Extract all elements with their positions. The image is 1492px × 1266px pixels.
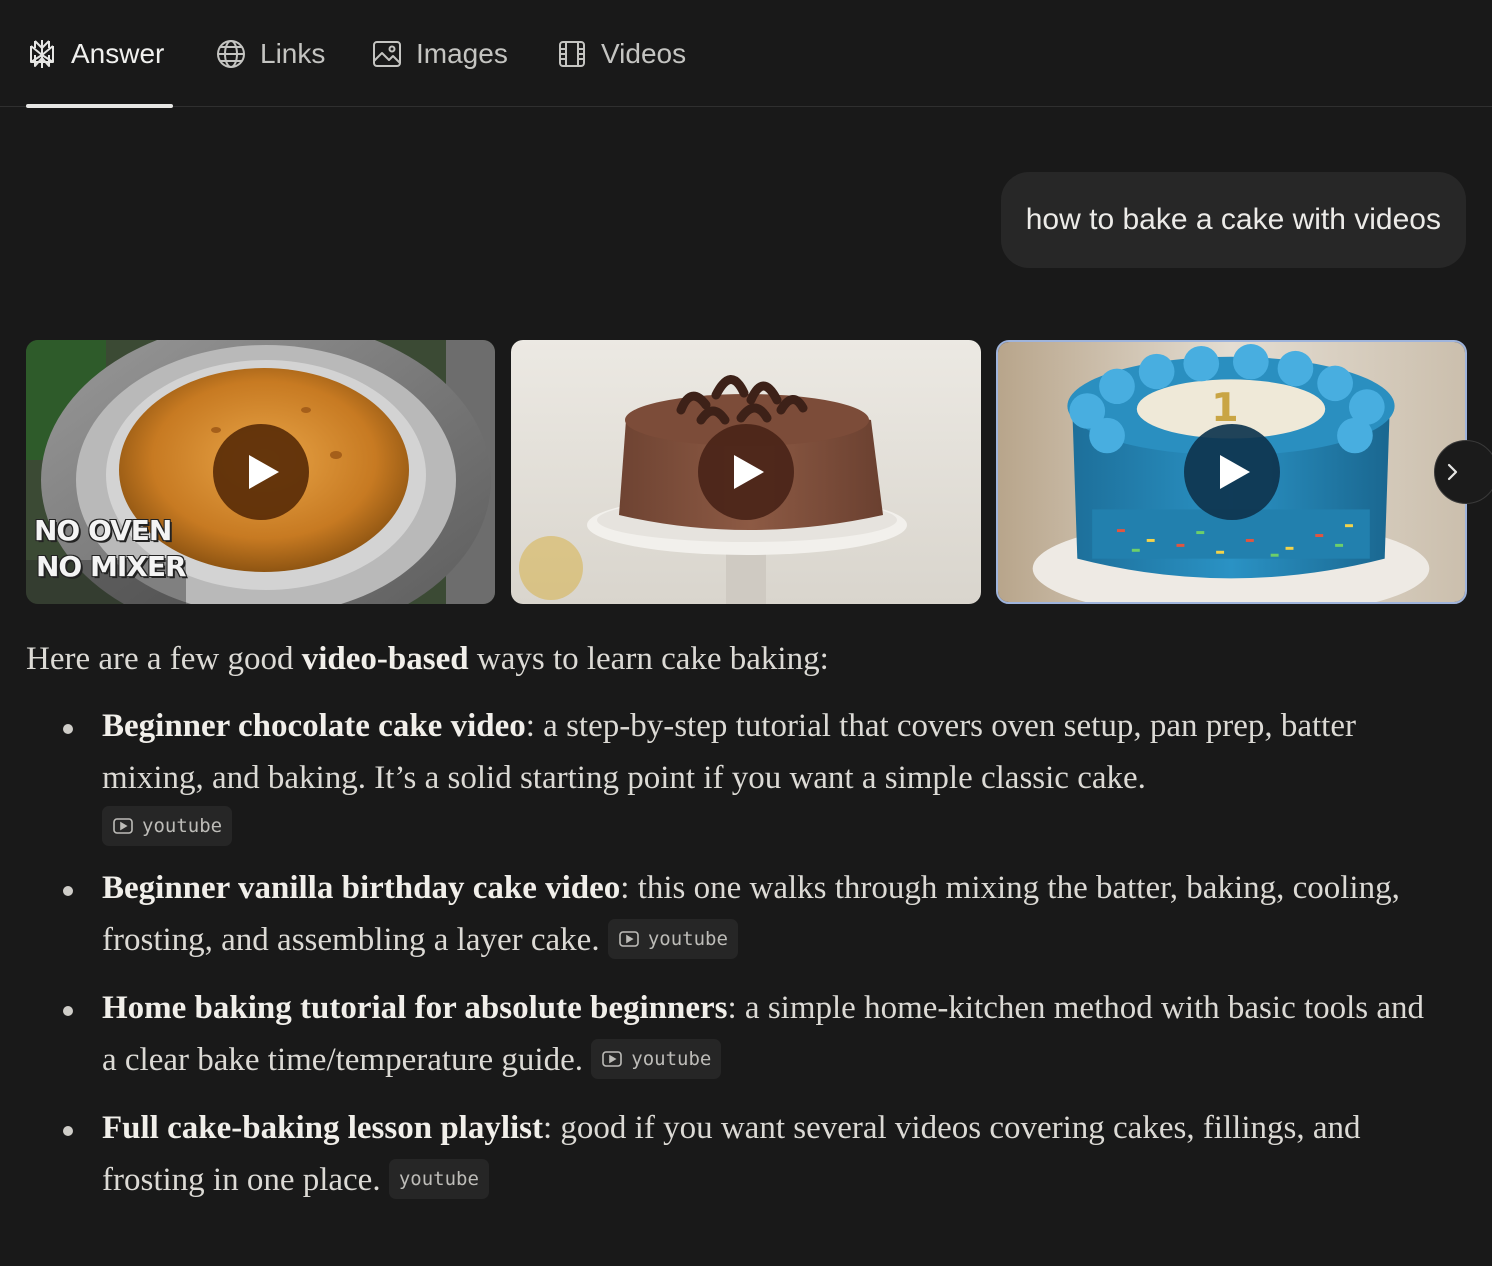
- chevron-right-icon: [1447, 463, 1458, 481]
- tab-answer[interactable]: Answer: [26, 0, 173, 108]
- source-label: youtube: [142, 815, 223, 837]
- list-item: Home baking tutorial for absolute beginn…: [26, 982, 1446, 1086]
- list-item: Beginner chocolate cake video: a step-by…: [26, 700, 1446, 846]
- intro-text-end: ways to learn cake baking:: [468, 641, 829, 677]
- tab-answer-label: Answer: [71, 37, 165, 69]
- play-icon: [248, 455, 279, 489]
- list-item-title: Beginner vanilla birthday cake video: [102, 870, 621, 906]
- answer-list: Beginner chocolate cake video: a step-by…: [26, 700, 1446, 1206]
- source-label: youtube: [631, 1048, 712, 1071]
- perplexity-logo-icon: [30, 39, 54, 68]
- video-thumbnail-2[interactable]: [511, 340, 981, 604]
- tab-links-label: Links: [260, 37, 326, 69]
- list-item-title: Home baking tutorial for absolute beginn…: [102, 990, 728, 1026]
- video-thumbnail-3[interactable]: 1: [996, 340, 1467, 604]
- list-item-title: Beginner chocolate cake video: [102, 708, 526, 744]
- answer-body: Here are a few good video-based ways to …: [26, 632, 1446, 1222]
- video-thumbnail-1[interactable]: NO OVEN NO MIXER: [26, 340, 495, 604]
- list-item: Beginner vanilla birthday cake video: th…: [26, 862, 1446, 966]
- video-1-overlay-line1: NO OVEN: [34, 514, 172, 547]
- video-icon: [113, 818, 133, 834]
- tab-links[interactable]: Links: [215, 0, 325, 107]
- tab-images[interactable]: Images: [371, 0, 508, 107]
- play-icon: [1219, 455, 1250, 489]
- source-label: youtube: [647, 928, 728, 951]
- video-1-overlay-line2: NO MIXER: [36, 550, 187, 583]
- carousel-next-button[interactable]: [1434, 440, 1492, 504]
- globe-icon: [217, 39, 245, 68]
- source-citation[interactable]: youtube: [607, 919, 738, 960]
- play-button-1[interactable]: [212, 424, 309, 520]
- tab-videos-label: Videos: [601, 37, 687, 69]
- play-button-2[interactable]: [698, 424, 794, 520]
- image-icon: [373, 40, 401, 67]
- user-query-bubble: how to bake a cake with videos: [1000, 172, 1466, 268]
- video-icon: [619, 931, 639, 948]
- source-label: youtube: [398, 1168, 479, 1191]
- list-item: Full cake-baking lesson playlist: good i…: [26, 1102, 1446, 1206]
- tab-bar: Answer Links Images Videos: [0, 0, 1492, 108]
- intro-text: Here are a few good: [26, 641, 302, 677]
- list-item-title: Full cake-baking lesson playlist: [102, 1110, 544, 1146]
- play-button-3[interactable]: [1183, 424, 1280, 520]
- tab-images-label: Images: [416, 37, 508, 69]
- tab-videos[interactable]: Videos: [556, 0, 686, 107]
- video-icon: [602, 1051, 623, 1068]
- source-citation[interactable]: youtube: [591, 1039, 722, 1080]
- user-query-text: how to bake a cake with videos: [1025, 203, 1441, 236]
- film-icon: [559, 40, 585, 67]
- intro-bold: video-based: [301, 641, 469, 677]
- play-icon: [734, 455, 764, 489]
- source-citation[interactable]: youtube: [102, 806, 233, 846]
- answer-intro: Here are a few good video-based ways to …: [26, 632, 1446, 686]
- source-citation[interactable]: youtube: [388, 1159, 489, 1200]
